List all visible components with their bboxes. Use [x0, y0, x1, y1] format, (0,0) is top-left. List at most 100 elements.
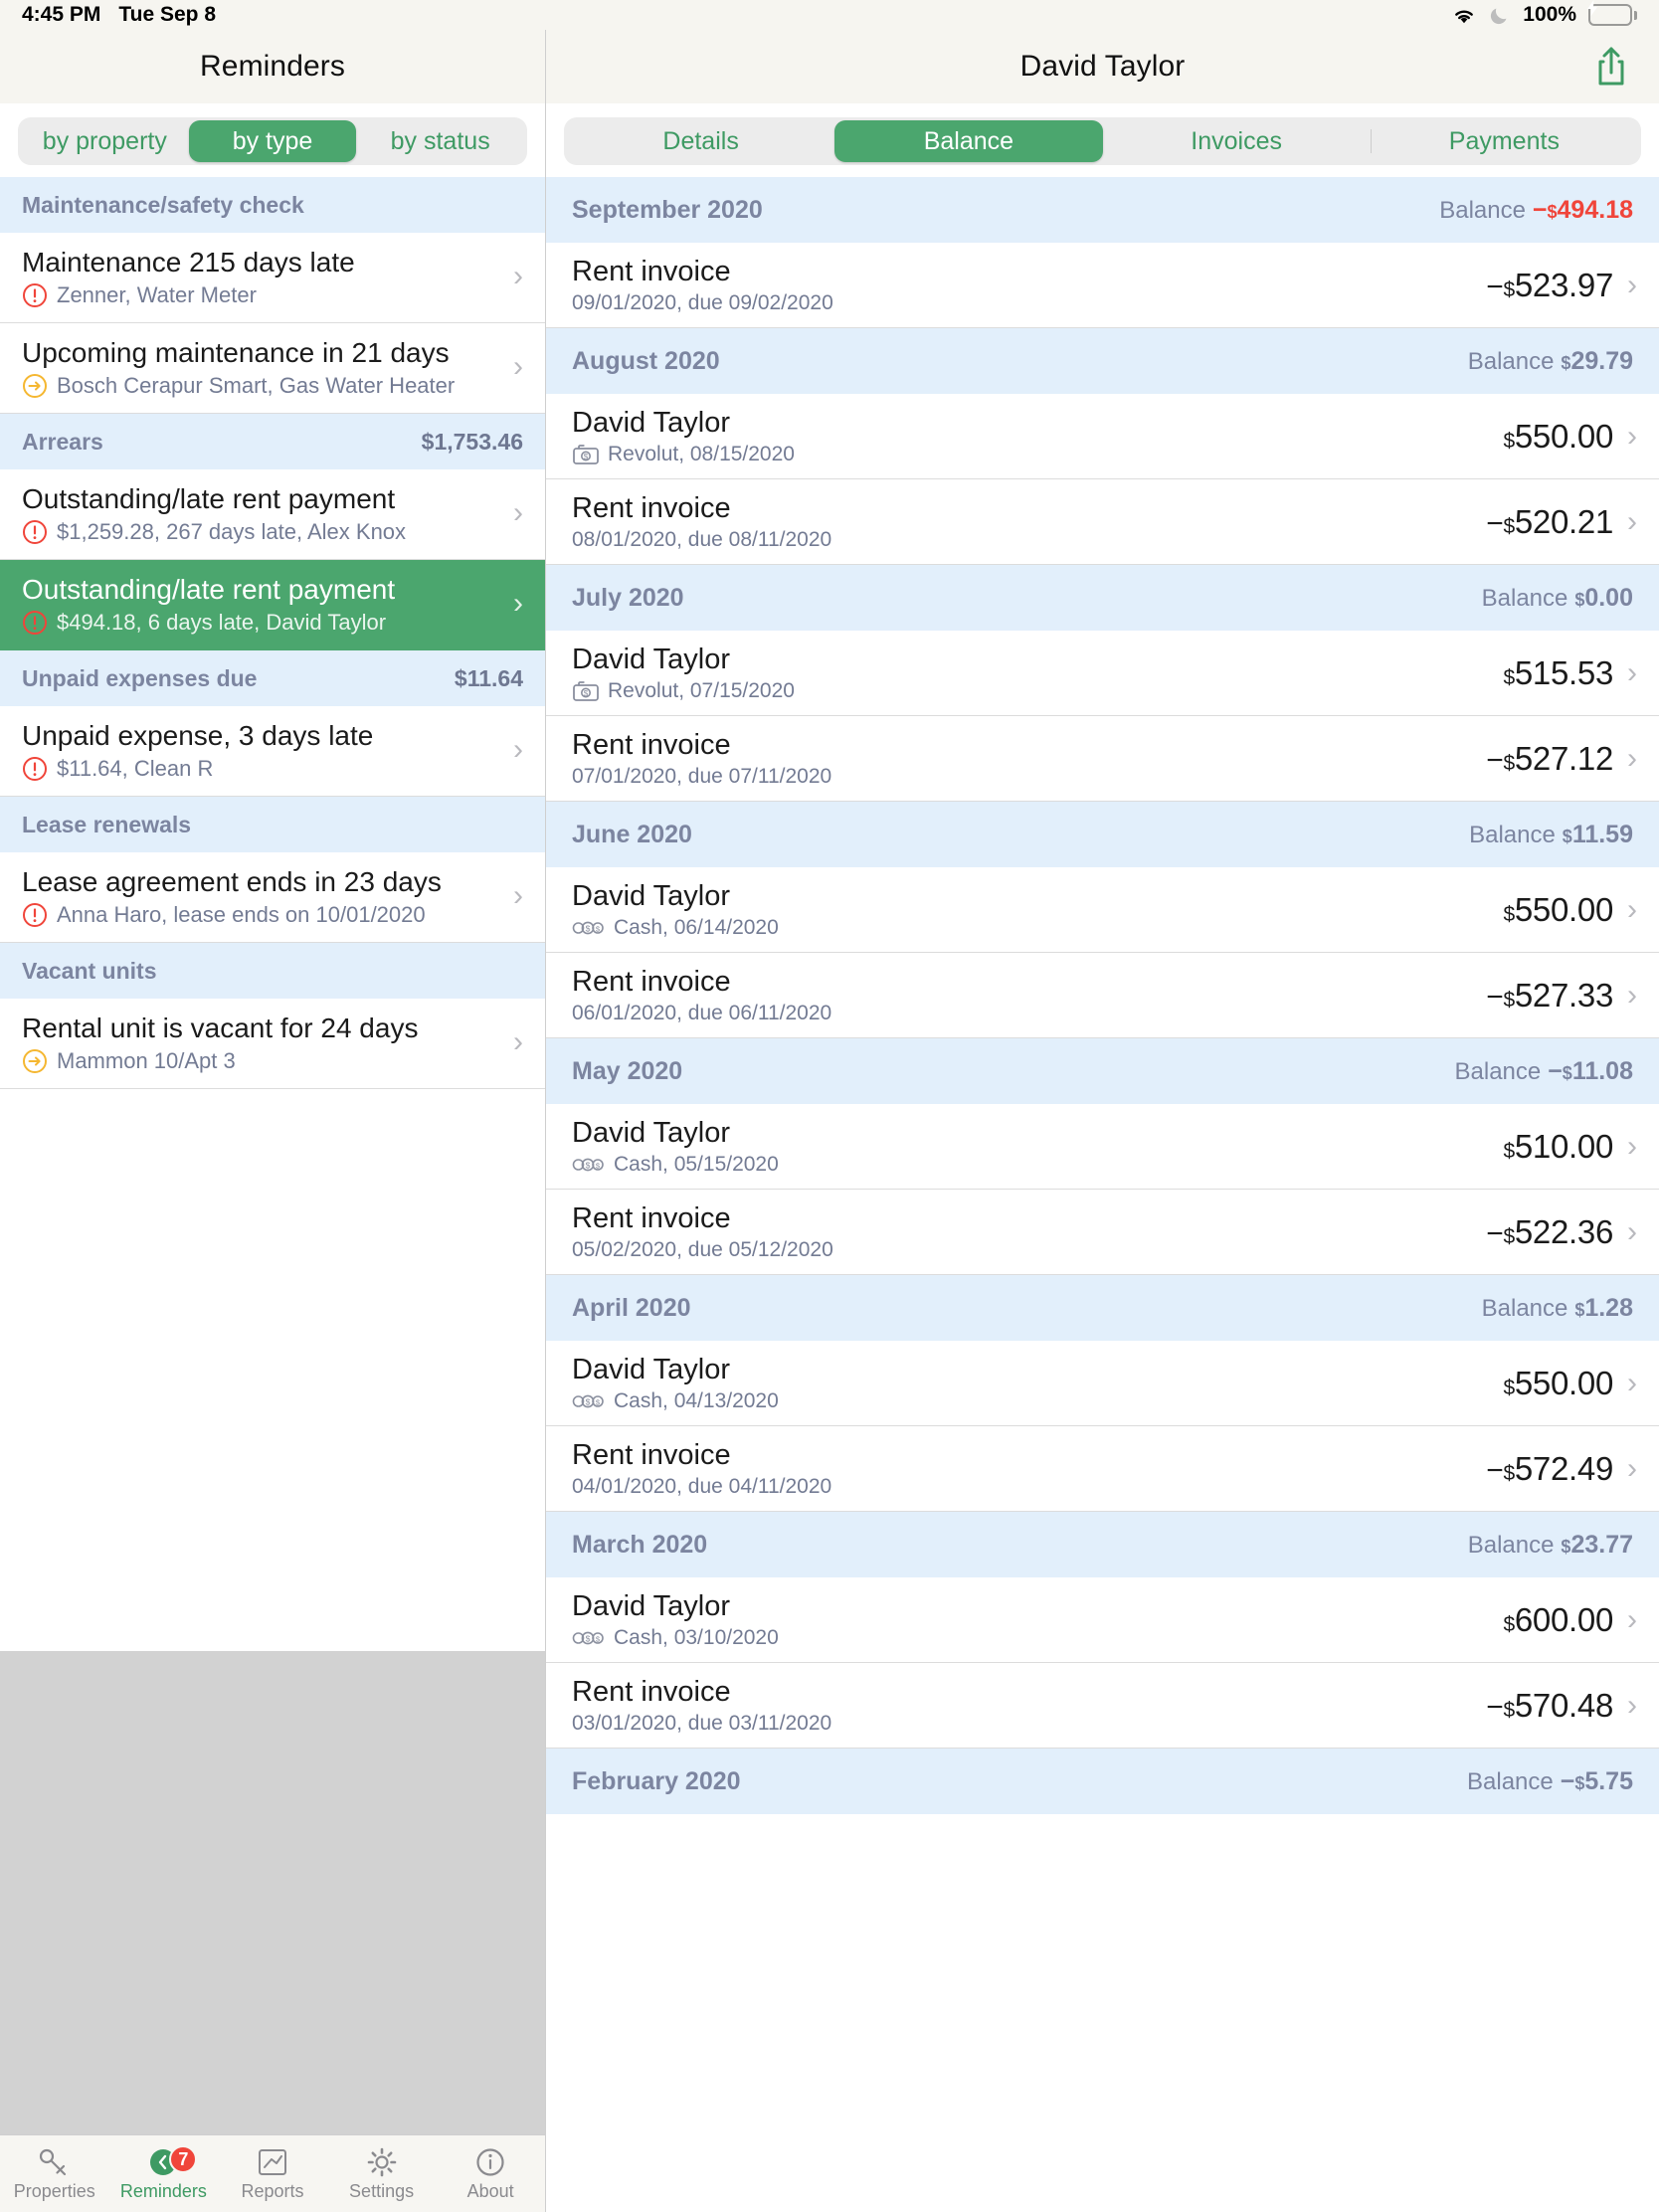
reminder-row[interactable]: Rental unit is vacant for 24 days Mammon … — [0, 999, 545, 1089]
reminder-subtitle-row: Zenner, Water Meter — [22, 282, 499, 308]
balance-number: 5.75 — [1584, 1766, 1633, 1795]
cash-icon: $ $ — [572, 1154, 606, 1176]
reminder-row[interactable]: Maintenance 215 days late Zenner, Water M… — [0, 233, 545, 323]
reminder-subtitle: $1,259.28, 267 days late, Alex Knox — [57, 519, 407, 544]
currency-symbol: $ — [1562, 1062, 1572, 1083]
balance-entry-row[interactable]: Rent invoice 06/01/2020, due 06/11/2020 −$… — [546, 953, 1659, 1038]
balance-entry-row[interactable]: David Taylor $ $ Cash, 05/15/2020 $510.00 › — [546, 1104, 1659, 1190]
reminder-title: Unpaid expense, 3 days late — [22, 720, 374, 751]
balance-month-header: July 2020 Balance $0.00 — [546, 565, 1659, 631]
reminder-title: Rental unit is vacant for 24 days — [22, 1013, 419, 1043]
battery-percent: 100% — [1523, 3, 1576, 26]
section-amount: $11.64 — [454, 664, 523, 691]
moon-icon — [1489, 4, 1511, 26]
entry-title: Rent invoice — [572, 1202, 731, 1235]
balance-entry-row[interactable]: Rent invoice 03/01/2020, due 03/11/2020 −$… — [546, 1663, 1659, 1749]
reminder-subtitle-row: Mammon 10/Apt 3 — [22, 1048, 499, 1074]
entry-subtitle: 06/01/2020, due 06/11/2020 — [572, 1001, 832, 1024]
month-balance: Balance $29.79 — [1468, 347, 1633, 376]
reminder-row[interactable]: Upcoming maintenance in 21 days Bosch Cer… — [0, 323, 545, 414]
status-bar: 4:45 PM Tue Sep 8 100% — [0, 0, 1659, 30]
chevron-right-icon: › — [513, 350, 523, 383]
chevron-right-icon: › — [1627, 1214, 1637, 1248]
reminder-row[interactable]: Outstanding/late rent payment $1,259.28, … — [0, 469, 545, 560]
month-label: August 2020 — [572, 346, 720, 375]
currency-symbol: $ — [1503, 514, 1515, 538]
tab-about[interactable]: About — [436, 2145, 545, 2202]
bottom-tab-bar[interactable]: Properties Reminders 7 Reports Settings About — [0, 2134, 545, 2212]
reminder-texts: Maintenance 215 days late Zenner, Water M… — [22, 245, 499, 308]
entry-subtitle-row: $ $ Cash, 06/14/2020 — [572, 916, 1493, 940]
tab-balance[interactable]: Balance — [834, 120, 1103, 162]
tab-label: Settings — [349, 2181, 415, 2201]
chart-icon — [255, 2145, 290, 2179]
balance-word: Balance — [1467, 1531, 1555, 1559]
tab-reports[interactable]: Reports — [218, 2145, 327, 2202]
balance-entry-row[interactable]: David Taylor $ $ Cash, 06/14/2020 $550.00 › — [546, 867, 1659, 953]
balance-word: Balance — [1469, 821, 1556, 848]
entry-subtitle: Cash, 03/10/2020 — [614, 1625, 779, 1649]
tab-properties[interactable]: Properties — [0, 2145, 109, 2202]
currency-symbol: $ — [1503, 751, 1515, 775]
tab-details[interactable]: Details — [567, 120, 834, 162]
balance-number: 11.59 — [1571, 820, 1633, 848]
balance-amount: −$494.18 — [1533, 196, 1633, 224]
entry-sign: − — [1486, 1216, 1504, 1250]
currency-symbol: $ — [1503, 277, 1515, 301]
chevron-right-icon: › — [1627, 268, 1637, 301]
status-date: Tue Sep 8 — [118, 3, 217, 26]
tab-payments[interactable]: Payments — [1370, 120, 1638, 162]
balance-entry-row[interactable]: David Taylor $ Revolut, 07/15/2020 $515.53 › — [546, 631, 1659, 716]
balance-entry-row[interactable]: Rent invoice 07/01/2020, due 07/11/2020 −$… — [546, 716, 1659, 802]
entry-subtitle: 05/02/2020, due 05/12/2020 — [572, 1237, 833, 1261]
currency-symbol: $ — [1503, 1698, 1515, 1722]
reminder-row[interactable]: Lease agreement ends in 23 days Anna Haro… — [0, 852, 545, 943]
alert-circle-icon — [22, 519, 48, 545]
balance-amount: $11.59 — [1563, 821, 1633, 848]
tab-reminders[interactable]: Reminders 7 — [109, 2145, 219, 2202]
balance-entry-row[interactable]: David Taylor $ $ Cash, 03/10/2020 $600.00 › — [546, 1577, 1659, 1663]
reminder-subtitle-row: $11.64, Clean R — [22, 756, 499, 782]
entry-amount: $515.53 — [1503, 654, 1613, 692]
currency-symbol: $ — [1561, 1536, 1571, 1557]
entry-sign: − — [1486, 980, 1504, 1014]
app-screen: 4:45 PM Tue Sep 8 100% Reminders by prop… — [0, 0, 1659, 2212]
month-balance: Balance $1.28 — [1482, 1294, 1633, 1323]
month-balance: Balance −$494.18 — [1439, 196, 1633, 225]
balance-entry-row[interactable]: David Taylor $ $ Cash, 04/13/2020 $550.00 › — [546, 1341, 1659, 1426]
entry-texts: Rent invoice 09/01/2020, due 09/02/2020 — [572, 255, 1476, 315]
share-icon[interactable] — [1591, 45, 1631, 89]
tenant-detail-tabs[interactable]: Details Balance Invoices Payments — [564, 117, 1641, 165]
balance-entry-row[interactable]: Rent invoice 09/01/2020, due 09/02/2020 −$… — [546, 243, 1659, 328]
entry-number: 527.33 — [1514, 976, 1613, 1014]
balance-entry-row[interactable]: Rent invoice 05/02/2020, due 05/12/2020 −$… — [546, 1190, 1659, 1275]
segment-by-type[interactable]: by type — [188, 120, 357, 162]
balance-entry-row[interactable]: Rent invoice 08/01/2020, due 08/11/2020 −$… — [546, 479, 1659, 565]
entry-subtitle: 09/01/2020, due 09/02/2020 — [572, 290, 833, 314]
reminder-texts: Upcoming maintenance in 21 days Bosch Cer… — [22, 335, 499, 399]
reminder-row[interactable]: Outstanding/late rent payment $494.18, 6 … — [0, 560, 545, 650]
svg-text:$: $ — [584, 453, 589, 461]
entry-subtitle-row: $ Revolut, 07/15/2020 — [572, 679, 1493, 703]
reminders-grouping-segmented-control[interactable]: by property by type by status — [18, 117, 527, 165]
reminder-subtitle: Zenner, Water Meter — [57, 282, 257, 307]
currency-symbol: $ — [1574, 1772, 1585, 1793]
month-label: June 2020 — [572, 820, 692, 848]
reminder-texts: Outstanding/late rent payment $1,259.28, … — [22, 481, 499, 545]
entry-texts: David Taylor $ Revolut, 07/15/2020 — [572, 643, 1493, 703]
segment-by-status[interactable]: by status — [356, 120, 524, 162]
currency-symbol: $ — [1562, 826, 1572, 846]
cash-icon: $ $ — [572, 917, 606, 939]
segment-by-property[interactable]: by property — [21, 120, 189, 162]
entry-amount: $510.00 — [1503, 1128, 1613, 1166]
tab-invoices[interactable]: Invoices — [1103, 120, 1371, 162]
balance-entry-row[interactable]: Rent invoice 04/01/2020, due 04/11/2020 −$… — [546, 1426, 1659, 1512]
balance-entry-row[interactable]: David Taylor $ Revolut, 08/15/2020 $550.00 › — [546, 394, 1659, 479]
balance-amount: −$11.08 — [1548, 1057, 1633, 1085]
reminder-subtitle-row: $494.18, 6 days late, David Taylor — [22, 610, 499, 636]
page-title: Reminders — [200, 50, 345, 83]
entry-sign: − — [1486, 1690, 1504, 1724]
balance-sign: − — [1532, 195, 1548, 224]
reminder-row[interactable]: Unpaid expense, 3 days late $11.64, Clean… — [0, 706, 545, 797]
tab-settings[interactable]: Settings — [327, 2145, 437, 2202]
